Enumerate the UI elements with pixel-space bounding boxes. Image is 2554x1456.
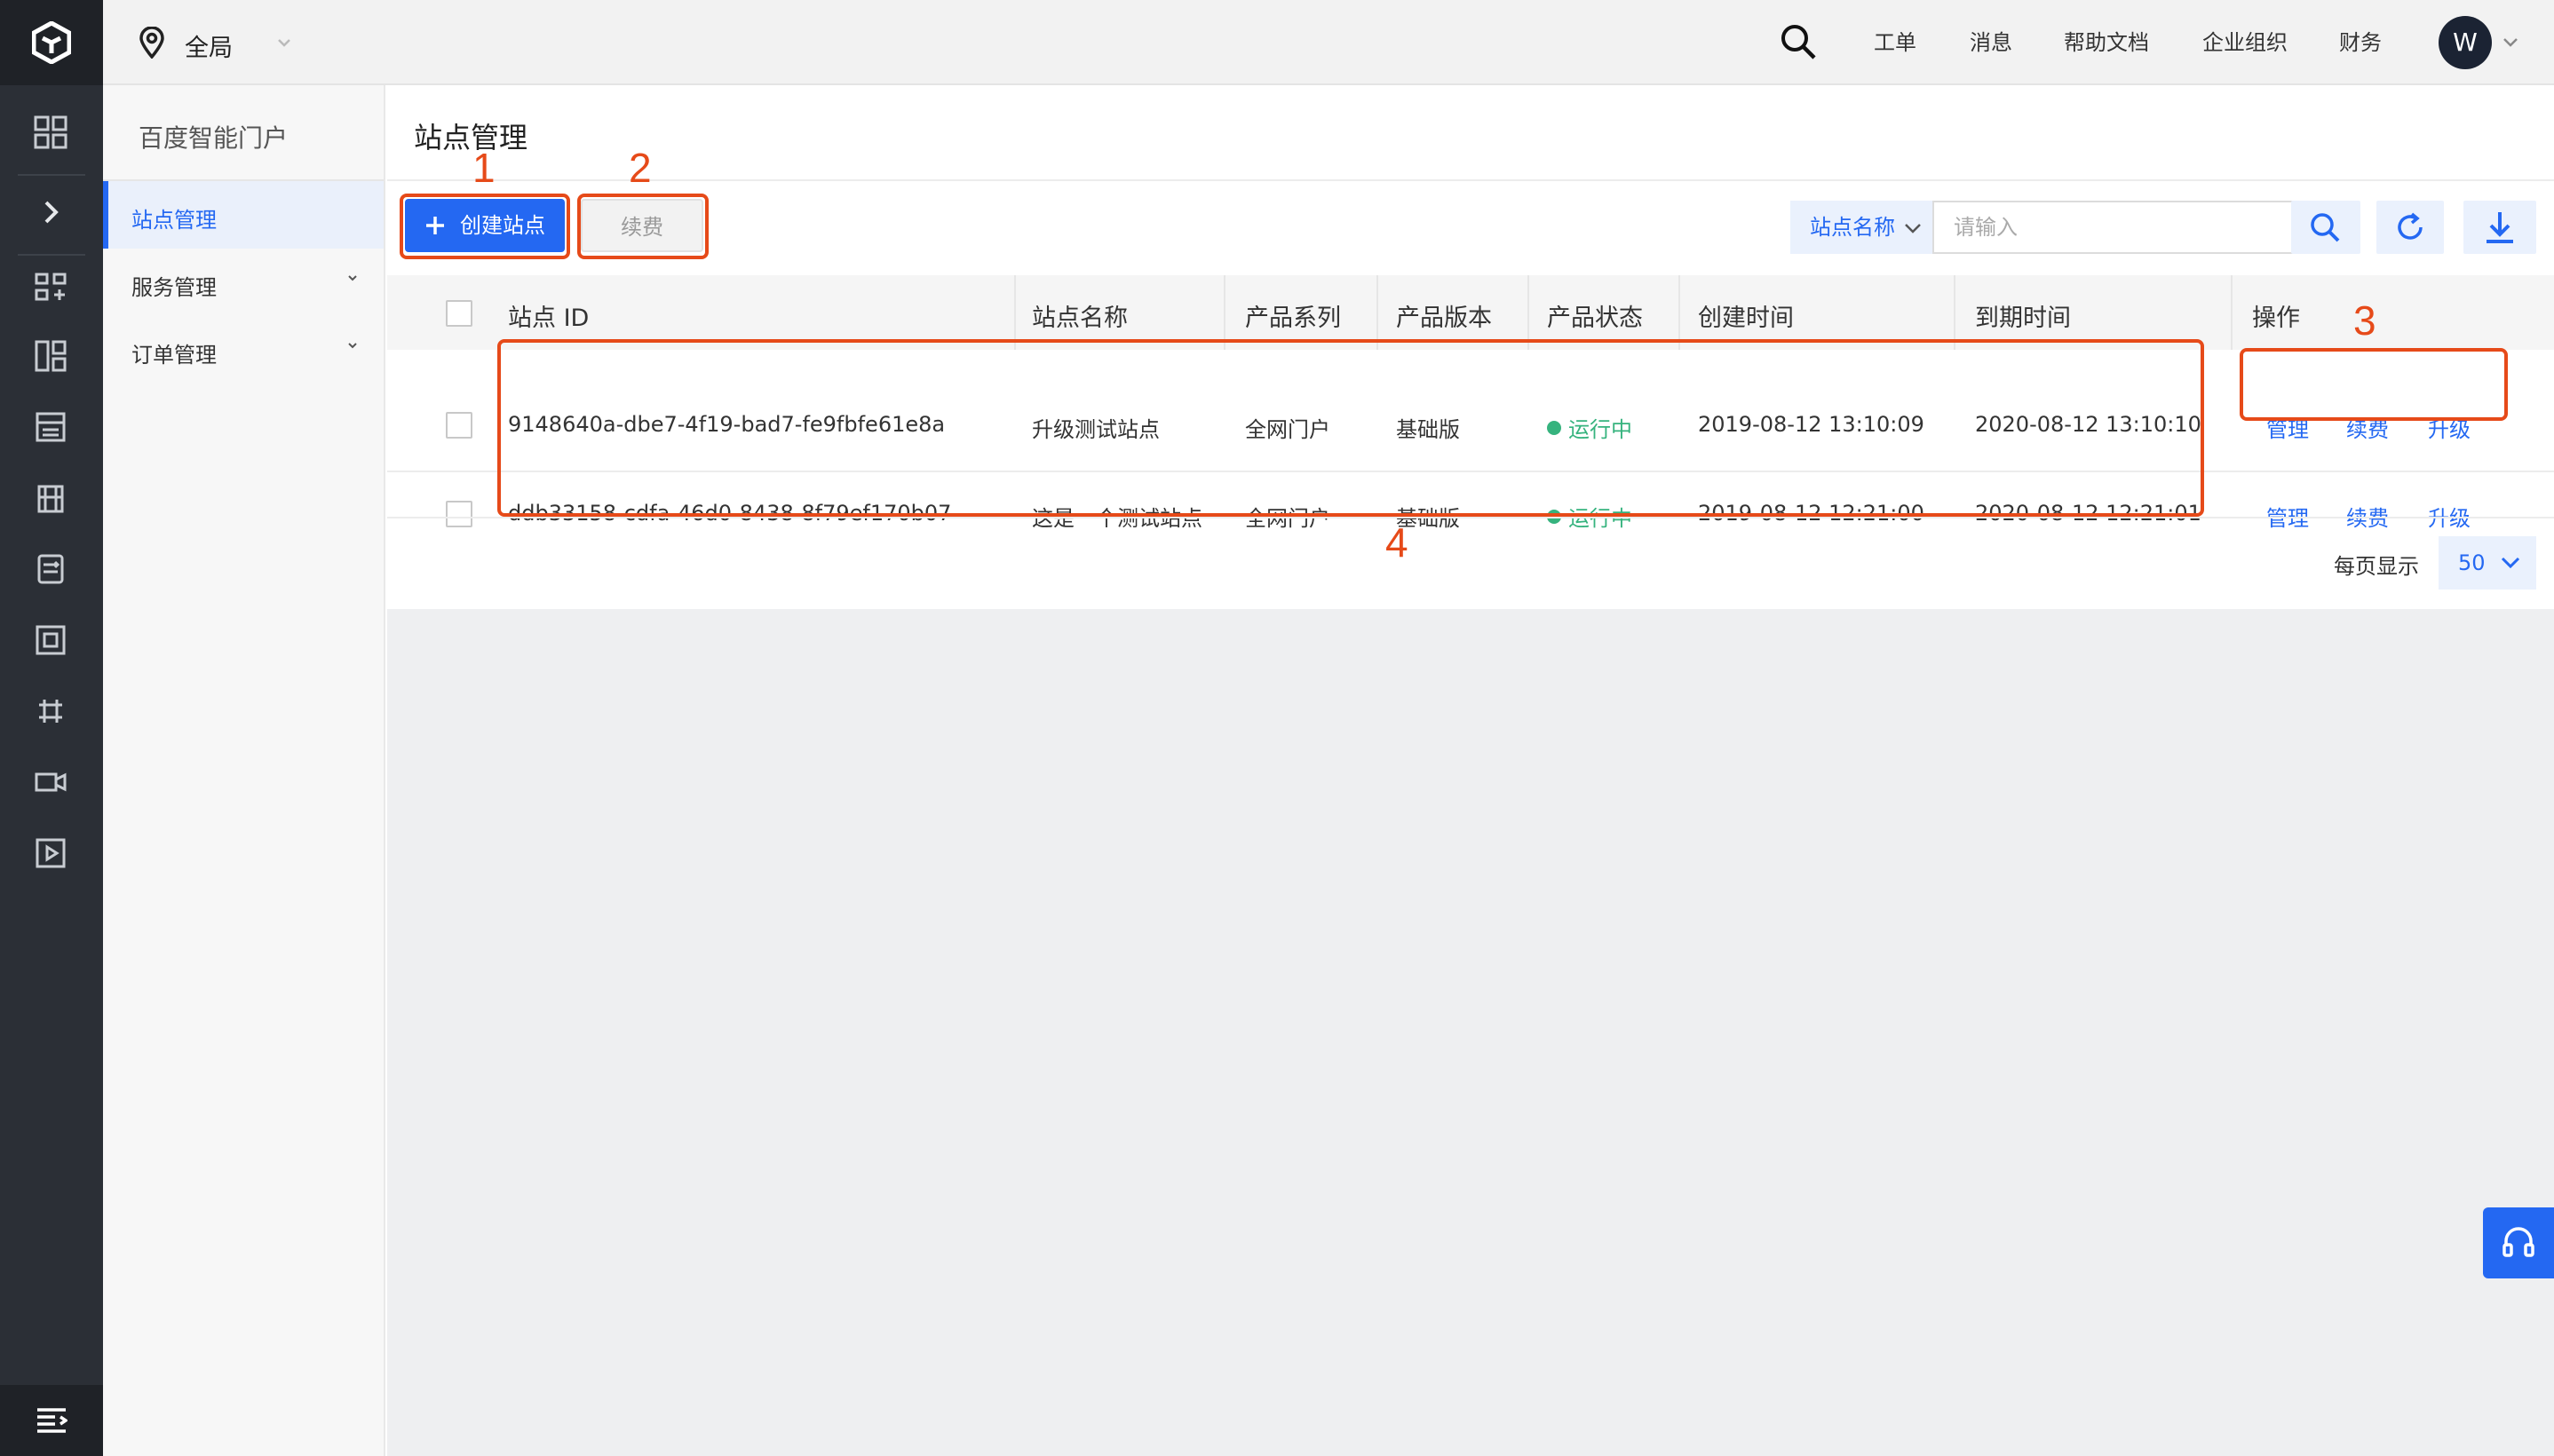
- headset-icon: [2502, 1227, 2534, 1257]
- chevron-down-icon: [348, 275, 357, 281]
- nav-link-tickets[interactable]: 工单: [1874, 25, 1916, 56]
- nav-link-help-docs[interactable]: 帮助文档: [2064, 25, 2149, 56]
- avatar-chevron-down-icon[interactable]: [2502, 37, 2518, 48]
- command-icon[interactable]: [34, 694, 67, 728]
- customer-service-button[interactable]: [2483, 1207, 2554, 1278]
- annotation-number-3: 3: [2353, 297, 2376, 344]
- region-selector[interactable]: 全局: [185, 28, 233, 63]
- cube-logo-icon: [32, 21, 71, 64]
- nav-link-finance[interactable]: 财务: [2339, 25, 2382, 56]
- video-camera-icon[interactable]: [34, 765, 67, 799]
- main-content: 站点管理 创建站点 续费 站点名称 请输入 站点 ID 站点名称 产品系列 产品…: [387, 85, 2554, 1456]
- annotation-box-4: [497, 339, 2204, 517]
- dashboard-grid-icon[interactable]: [34, 115, 67, 149]
- column-header-expire-time[interactable]: 到期时间: [1975, 298, 2071, 333]
- column-header-actions: 操作: [2252, 305, 2300, 332]
- document-transfer-icon[interactable]: [34, 552, 67, 586]
- sidebar-item-service-management[interactable]: 服务管理: [103, 249, 384, 316]
- download-icon: [2487, 212, 2513, 243]
- play-media-icon[interactable]: [34, 836, 67, 870]
- search-icon: [2311, 213, 2340, 242]
- search-field-select[interactable]: 站点名称: [1790, 201, 1932, 254]
- annotation-box-2: [577, 194, 709, 259]
- annotation-box-3: [2240, 348, 2508, 421]
- layout-icon[interactable]: [34, 339, 67, 373]
- top-bar: 全局 工单 消息 帮助文档 企业组织 财务 W: [103, 0, 2554, 85]
- column-header-product-series[interactable]: 产品系列: [1245, 298, 1341, 333]
- column-header-site-id[interactable]: 站点 ID: [508, 298, 589, 333]
- sidebar-item-label: 订单管理: [131, 343, 217, 368]
- per-page-value: 50: [2458, 550, 2486, 575]
- menu-collapse-icon: [37, 1408, 67, 1433]
- row-checkbox[interactable]: [446, 501, 472, 527]
- refresh-button[interactable]: [2376, 201, 2444, 254]
- product-sidebar: 百度智能门户 站点管理 服务管理 订单管理: [103, 85, 385, 1456]
- column-header-product-version[interactable]: 产品版本: [1396, 298, 1492, 333]
- location-pin-icon: [139, 27, 164, 59]
- sidebar-item-site-management[interactable]: 站点管理: [103, 181, 384, 249]
- chevron-down-icon: [348, 343, 357, 349]
- logo[interactable]: [0, 0, 103, 85]
- chevron-down-icon: [1905, 224, 1921, 233]
- chevron-down-icon[interactable]: [277, 37, 291, 48]
- select-all-checkbox[interactable]: [446, 300, 472, 327]
- column-header-site-name[interactable]: 站点名称: [1032, 298, 1128, 333]
- per-page-select[interactable]: 50: [2439, 536, 2536, 590]
- column-header-product-status[interactable]: 产品状态: [1547, 298, 1643, 333]
- page-title: 站点管理: [414, 121, 528, 154]
- search-input[interactable]: 请输入: [1932, 201, 2293, 254]
- sidebar-item-label: 站点管理: [131, 208, 217, 233]
- title-divider: [387, 179, 2554, 181]
- annotation-number-2: 2: [629, 145, 652, 191]
- sidebar-item-label: 服务管理: [131, 275, 217, 300]
- icon-bar-divider: [18, 174, 85, 176]
- row-divider: [387, 517, 2554, 518]
- annotation-number-4: 4: [1385, 519, 1408, 566]
- frame-icon[interactable]: [34, 623, 67, 657]
- search-field-label: 站点名称: [1810, 215, 1895, 240]
- expand-chevron-icon[interactable]: [34, 195, 67, 229]
- search-icon[interactable]: [1780, 23, 1817, 60]
- building-icon[interactable]: [34, 481, 67, 515]
- app-icon-bar: [0, 0, 103, 1456]
- sidebar-item-order-management[interactable]: 订单管理: [103, 316, 384, 384]
- storage-icon[interactable]: [34, 410, 67, 444]
- chevron-down-icon: [2501, 557, 2520, 569]
- nav-link-messages[interactable]: 消息: [1970, 25, 2012, 56]
- icon-bar-divider: [18, 254, 85, 256]
- product-title: 百度智能门户: [139, 123, 289, 153]
- refresh-icon: [2398, 212, 2423, 240]
- annotation-number-1: 1: [472, 145, 496, 191]
- nav-link-organization[interactable]: 企业组织: [2202, 25, 2288, 56]
- column-divider: [2231, 275, 2233, 350]
- column-header-created-time[interactable]: 创建时间: [1698, 298, 1794, 333]
- row-checkbox[interactable]: [446, 412, 472, 439]
- per-page-label: 每页显示: [2334, 554, 2419, 579]
- download-button[interactable]: [2463, 201, 2536, 254]
- search-button[interactable]: [2291, 201, 2360, 254]
- site-list-panel: 站点管理 创建站点 续费 站点名称 请输入 站点 ID 站点名称 产品系列 产品…: [387, 85, 2554, 609]
- collapse-menu-button[interactable]: [0, 1385, 103, 1456]
- modules-icon[interactable]: [34, 270, 67, 304]
- avatar[interactable]: W: [2439, 16, 2492, 69]
- annotation-box-1: [400, 194, 570, 259]
